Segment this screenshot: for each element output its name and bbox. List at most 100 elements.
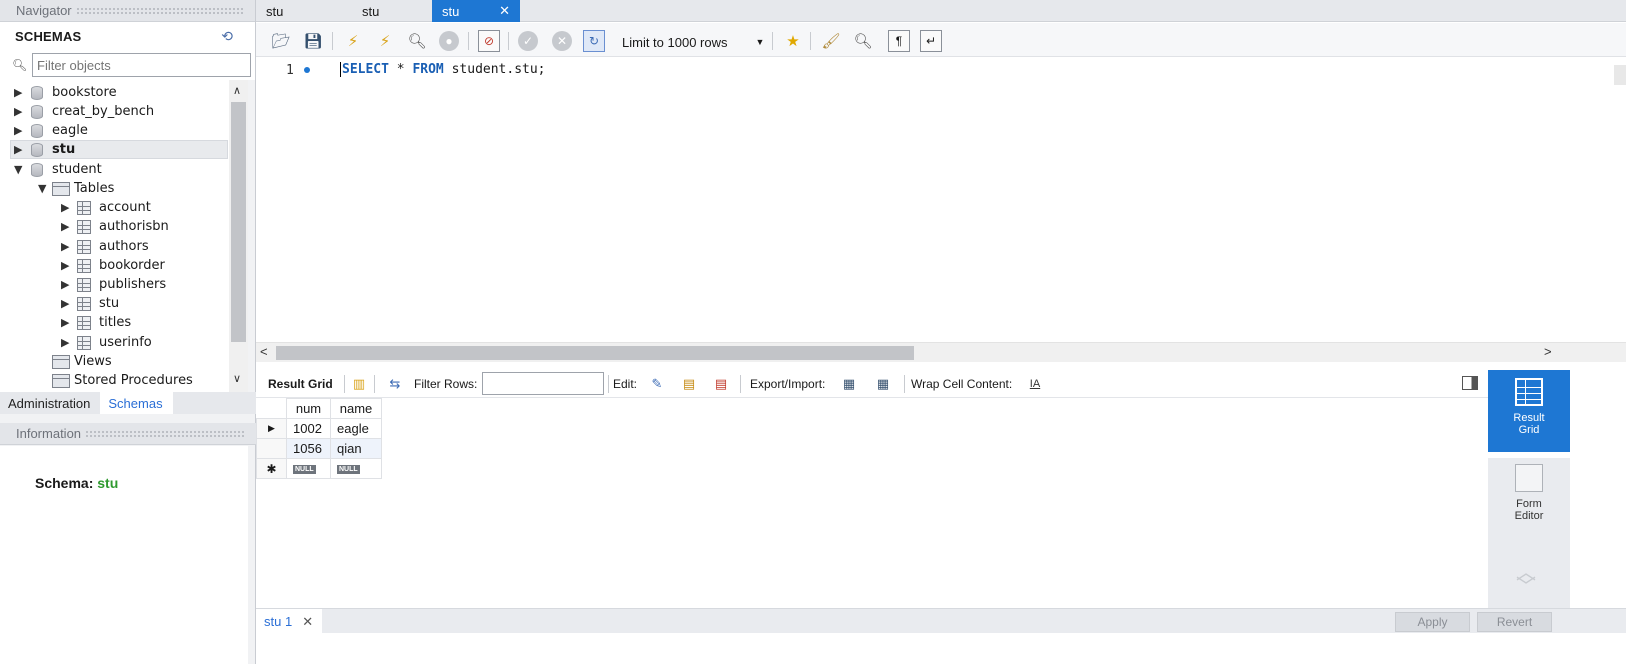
tab-schemas[interactable]: Schemas <box>100 392 173 414</box>
table-label: userinfo <box>99 335 152 350</box>
collapse-arrow-icon[interactable]: ▼ <box>14 163 28 176</box>
cell-name[interactable]: NULL <box>330 458 382 479</box>
tree-scrollbar[interactable]: ∧ ∨ <box>229 80 248 392</box>
execute-current-icon[interactable]: ⚡ <box>374 30 396 52</box>
scrollbar-thumb[interactable] <box>276 346 914 360</box>
find-icon[interactable]: 🔍︎ <box>852 30 874 52</box>
expand-arrow-icon[interactable]: ▶ <box>61 278 75 291</box>
edit-row-icon[interactable]: ✎ <box>648 375 666 393</box>
tab-administration[interactable]: Administration <box>0 392 100 414</box>
table-userinfo[interactable]: ▶ userinfo <box>61 333 152 352</box>
export-icon[interactable]: ▦ <box>840 375 858 393</box>
scroll-left-icon[interactable]: < <box>260 344 268 359</box>
table-titles[interactable]: ▶ titles <box>61 313 131 332</box>
chevron-up-down-icon[interactable]: ︿ ﹀ <box>1516 563 1536 597</box>
expand-arrow-icon[interactable]: ▶ <box>61 297 75 310</box>
cell-num[interactable]: NULL <box>286 458 331 479</box>
beautify-icon[interactable]: 🖌︎ <box>820 30 842 52</box>
grid-layout-icon[interactable]: ▥ <box>350 375 368 393</box>
expand-arrow-icon[interactable]: ▶ <box>61 220 75 233</box>
form-editor-button[interactable]: Form Editor ︿ ﹀ <box>1488 458 1570 608</box>
filter-objects-input[interactable] <box>32 53 251 77</box>
apply-button[interactable]: Apply <box>1395 612 1470 632</box>
query-tab-2[interactable]: stu <box>344 0 432 22</box>
cell-name[interactable]: eagle <box>330 418 382 439</box>
cell-num[interactable]: 1056 <box>286 438 331 459</box>
expand-arrow-icon[interactable]: ▶ <box>61 201 75 214</box>
header-grip[interactable] <box>75 6 245 15</box>
commit-icon[interactable]: ✓ <box>518 31 538 51</box>
insert-row-icon[interactable]: ▤ <box>680 375 698 393</box>
result-grid-button[interactable]: Result Grid <box>1488 370 1570 452</box>
database-icon <box>28 85 46 101</box>
result-tab[interactable]: stu 1 ✕ <box>256 609 322 634</box>
editor-hscroll[interactable]: < > <box>256 342 1626 362</box>
table-account[interactable]: ▶ account <box>61 198 151 217</box>
header-grip[interactable] <box>85 429 246 438</box>
toggle-error-icon[interactable]: ⊘ <box>478 30 500 52</box>
expand-arrow-icon[interactable]: ▶ <box>61 336 75 349</box>
scrollbar-thumb[interactable] <box>231 102 246 342</box>
sql-editor[interactable]: 1 SELECT * FROM student.stu; <box>256 57 1626 342</box>
limit-rows-select[interactable]: Limit to 1000 rows ▼ <box>622 32 764 52</box>
query-tab-1[interactable]: stu <box>256 0 344 22</box>
open-file-icon[interactable]: 📂︎ <box>270 30 292 52</box>
table-authors[interactable]: ▶ authors <box>61 237 149 256</box>
table-authorisbn[interactable]: ▶ authorisbn <box>61 217 169 236</box>
schema-eagle[interactable]: ▶ eagle <box>14 121 88 140</box>
execute-icon[interactable]: ⚡ <box>342 30 364 52</box>
separator <box>508 32 509 50</box>
schema-creat-by-bench[interactable]: ▶ creat_by_bench <box>14 102 154 121</box>
expand-arrow-icon[interactable]: ▶ <box>14 124 28 137</box>
filter-rows-input[interactable] <box>482 372 604 395</box>
sql-statement[interactable]: SELECT * FROM student.stu; <box>340 62 546 77</box>
word-wrap-icon[interactable]: ↵ <box>920 30 942 52</box>
cell-name[interactable]: qian <box>330 438 382 459</box>
toggle-panel-icon[interactable] <box>1462 376 1478 390</box>
table-bookorder[interactable]: ▶ bookorder <box>61 256 165 275</box>
column-header-num[interactable]: num <box>286 398 331 419</box>
expand-arrow-icon[interactable]: ▶ <box>61 240 75 253</box>
folder-stored-procedures[interactable]: Stored Procedures <box>52 371 193 390</box>
folder-views[interactable]: Views <box>52 352 112 371</box>
query-tab-3[interactable]: stu ✕ <box>432 0 520 22</box>
table-stu[interactable]: ▶ stu <box>61 294 119 313</box>
scrollbar-thumb[interactable] <box>1614 65 1626 85</box>
expand-arrow-icon[interactable]: ▶ <box>61 316 75 329</box>
scroll-right-icon[interactable]: > <box>1544 344 1552 359</box>
add-snippet-icon[interactable]: ★ <box>782 30 804 52</box>
editor-vscroll[interactable] <box>1606 57 1626 342</box>
stop-icon[interactable]: ● <box>439 31 459 51</box>
invisible-chars-icon[interactable]: ¶ <box>888 30 910 52</box>
expand-arrow-icon[interactable]: ▶ <box>14 86 28 99</box>
expand-arrow-icon[interactable]: ▶ <box>14 105 28 118</box>
close-icon[interactable]: ✕ <box>302 614 313 630</box>
result-toolbar: Result Grid ▥ ⇆ Filter Rows: Edit: ✎ ▤ ▤… <box>256 370 1488 398</box>
import-icon[interactable]: ▦ <box>874 375 892 393</box>
revert-button[interactable]: Revert <box>1477 612 1552 632</box>
table-row[interactable]: ▶ 1002 eagle <box>256 418 382 439</box>
save-icon[interactable]: 💾︎ <box>302 30 324 52</box>
autocommit-icon[interactable]: ↻ <box>583 30 605 52</box>
column-header-name[interactable]: name <box>330 398 382 419</box>
schema-stu[interactable]: ▶ stu <box>10 140 228 159</box>
scroll-up-icon[interactable]: ∧ <box>233 84 241 97</box>
expand-arrow-icon[interactable]: ▶ <box>61 259 75 272</box>
close-icon[interactable]: ✕ <box>499 3 510 19</box>
wrap-toggle-icon[interactable]: IA <box>1026 375 1044 393</box>
table-publishers[interactable]: ▶ publishers <box>61 275 166 294</box>
expand-arrow-icon[interactable]: ▶ <box>14 143 28 156</box>
explain-icon[interactable]: 🔍︎ <box>406 30 428 52</box>
rollback-icon[interactable]: ✕ <box>552 31 572 51</box>
folder-tables[interactable]: ▼ Tables <box>38 179 114 198</box>
collapse-arrow-icon[interactable]: ▼ <box>38 182 52 195</box>
table-row[interactable]: 1056 qian <box>256 438 382 459</box>
schema-bookstore[interactable]: ▶ bookstore <box>14 83 117 102</box>
cell-num[interactable]: 1002 <box>286 418 331 439</box>
schema-student[interactable]: ▼ student <box>14 160 102 179</box>
delete-row-icon[interactable]: ▤ <box>712 375 730 393</box>
refresh-icon[interactable]: ⟲ <box>221 28 233 45</box>
refresh-icon[interactable]: ⇆ <box>386 375 404 393</box>
scroll-down-icon[interactable]: ∨ <box>233 372 241 385</box>
new-row[interactable]: ✱ NULL NULL <box>256 458 382 479</box>
